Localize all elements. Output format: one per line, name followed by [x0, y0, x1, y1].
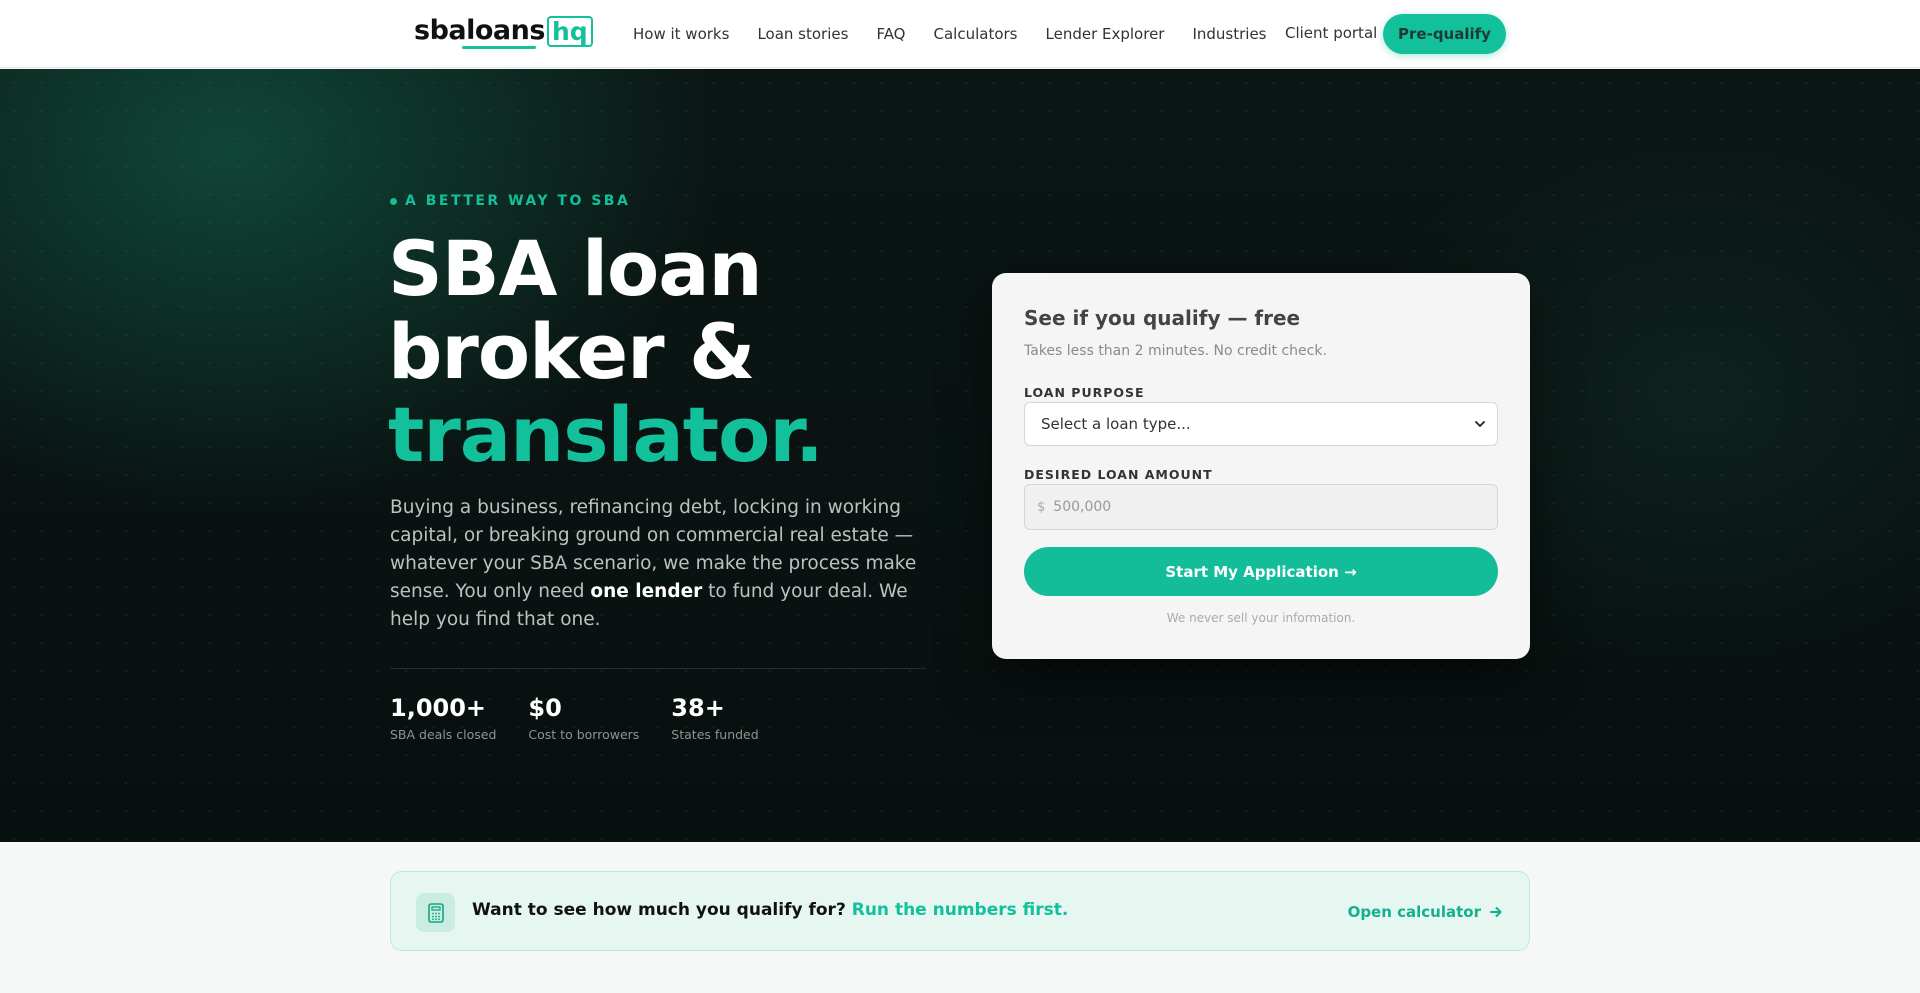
currency-symbol: $: [1037, 499, 1046, 515]
stat-value: 38+: [671, 694, 725, 722]
banner-text: Want to see how much you qualify for? Ru…: [472, 900, 1069, 920]
start-application-button[interactable]: Start My Application →: [1024, 547, 1498, 596]
privacy-note: We never sell your information.: [1166, 611, 1356, 625]
loan-purpose-select[interactable]: Select a loan type...: [1024, 402, 1498, 446]
headline-accent: translator.: [388, 390, 824, 479]
loan-amount-placeholder: 500,000: [1053, 499, 1112, 515]
headline-line-1: SBA loan: [388, 224, 763, 313]
nav-link-faq[interactable]: FAQ: [876, 25, 905, 43]
dot-icon: [390, 197, 397, 205]
loan-amount-input[interactable]: $ 500,000: [1024, 484, 1498, 530]
banner-accent-text: Run the numbers first.: [851, 900, 1069, 920]
nav-link-lender-explorer[interactable]: Lender Explorer: [1046, 25, 1165, 43]
calculator-banner: Want to see how much you qualify for? Ru…: [390, 871, 1530, 951]
stat-label: SBA deals closed: [390, 727, 497, 742]
hero-dot-grid: [0, 69, 1920, 842]
prequalify-button[interactable]: Pre-qualify: [1383, 14, 1506, 54]
stat-label: States funded: [671, 727, 759, 742]
open-calculator-link[interactable]: Open calculator: [1348, 903, 1503, 921]
arrow-right-icon: [1490, 907, 1502, 917]
loan-purpose-value: Select a loan type...: [1041, 415, 1191, 433]
hero-section: A BETTER WAY TO SBA SBA loan broker & tr…: [0, 69, 1920, 842]
form-title: See if you qualify — free: [1024, 306, 1301, 330]
stat-states: 38+ States funded: [671, 693, 758, 742]
client-portal-link[interactable]: Client portal: [1285, 24, 1377, 42]
nav-link-industries[interactable]: Industries: [1192, 25, 1266, 43]
stat-deals: 1,000+ SBA deals closed: [390, 693, 496, 742]
hero-divider: [390, 668, 926, 669]
nav-link-loan-stories[interactable]: Loan stories: [757, 25, 848, 43]
logo[interactable]: sbaloans hq: [414, 14, 593, 50]
eyebrow-text: A BETTER WAY TO SBA: [405, 193, 631, 209]
calculator-icon: [416, 893, 455, 932]
top-nav: sbaloans hq How it works Loan stories FA…: [0, 0, 1920, 68]
logo-hq-badge: hq: [546, 16, 593, 47]
stat-value: $0: [528, 694, 562, 722]
stat-label: Cost to borrowers: [528, 727, 640, 742]
loan-amount-label: DESIRED LOAN AMOUNT: [1024, 467, 1213, 482]
nav-links: How it works Loan stories FAQ Calculator…: [633, 0, 1295, 68]
qualify-form-card: See if you qualify — free Takes less tha…: [992, 273, 1530, 659]
logo-wordmark: sbaloans: [414, 14, 545, 49]
form-subtitle: Takes less than 2 minutes. No credit che…: [1024, 343, 1327, 359]
stat-cost: $0 Cost to borrowers: [528, 693, 639, 742]
nav-link-calculators[interactable]: Calculators: [934, 25, 1018, 43]
stat-value: 1,000+: [390, 694, 487, 722]
loan-purpose-label: LOAN PURPOSE: [1024, 385, 1145, 400]
headline-line-2: broker &: [388, 307, 755, 396]
desc-bold: one lender: [590, 581, 703, 602]
hero-eyebrow: A BETTER WAY TO SBA: [390, 193, 630, 209]
chevron-down-icon: [1475, 421, 1485, 427]
hero-stats: 1,000+ SBA deals closed $0 Cost to borro…: [390, 693, 791, 742]
nav-link-how-it-works[interactable]: How it works: [633, 25, 729, 43]
hero-headline: SBA loan broker & translator.: [388, 224, 824, 479]
hero-description: Buying a business, refinancing debt, loc…: [390, 497, 917, 630]
